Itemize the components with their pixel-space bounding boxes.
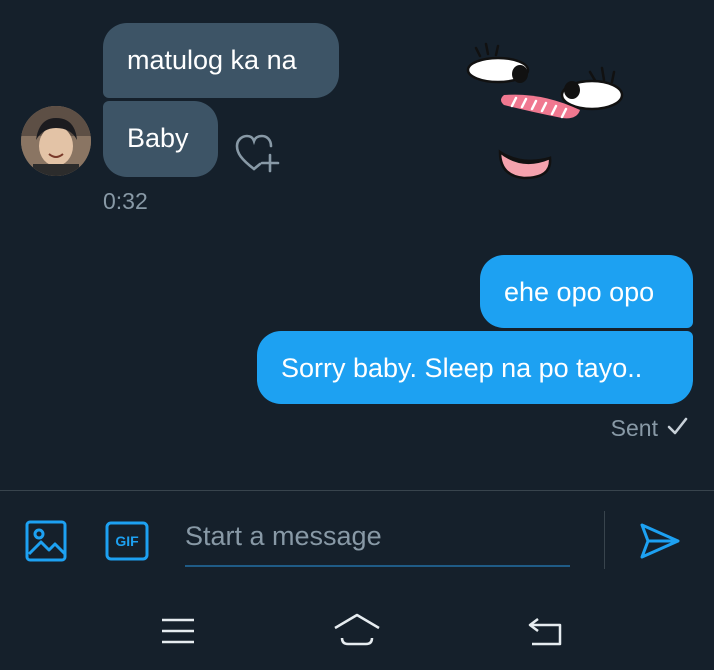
incoming-message[interactable]: matulog ka na [103, 23, 339, 98]
message-timestamp: 0:32 [103, 188, 148, 214]
back-icon[interactable] [526, 615, 564, 647]
outgoing-message[interactable]: ehe opo opo [480, 255, 693, 328]
incoming-message[interactable]: Baby [103, 101, 218, 177]
heart-plus-icon[interactable] [233, 131, 281, 175]
message-text: Sorry baby. Sleep na po tayo.. [281, 353, 643, 383]
message-text: ehe opo opo [504, 277, 655, 307]
message-thread: matulog ka na Baby 0:32 ehe opo opo Sorr… [0, 0, 714, 490]
system-nav-bar [0, 590, 714, 670]
composer-divider [604, 511, 605, 569]
sent-label: Sent [610, 415, 658, 441]
menu-icon[interactable] [160, 617, 196, 645]
face-sticker [462, 40, 632, 190]
outgoing-message[interactable]: Sorry baby. Sleep na po tayo.. [257, 331, 693, 404]
gif-label: GIF [115, 533, 139, 549]
avatar[interactable] [21, 106, 91, 176]
sent-status: Sent [611, 415, 688, 442]
send-icon[interactable] [638, 521, 682, 561]
gif-icon[interactable]: GIF [105, 521, 149, 561]
message-composer: GIF [0, 490, 714, 590]
message-text: Baby [127, 123, 189, 153]
message-input[interactable] [185, 507, 570, 567]
checkmark-icon [666, 415, 688, 442]
image-icon[interactable] [25, 520, 67, 562]
home-icon[interactable] [333, 612, 381, 648]
message-text: matulog ka na [127, 45, 297, 75]
